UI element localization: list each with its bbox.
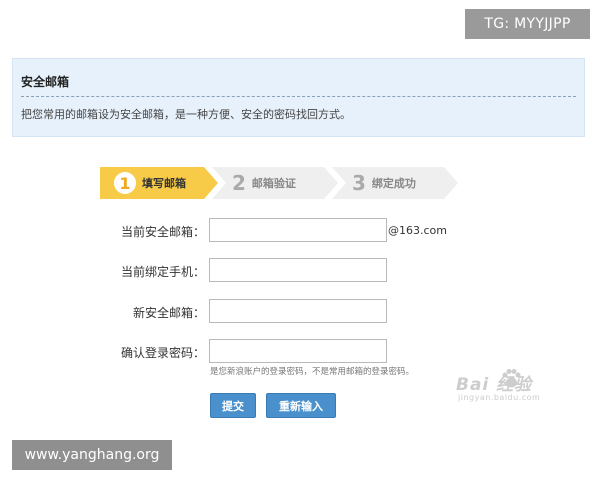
current-email-input[interactable]: [209, 218, 387, 242]
current-phone-label: 当前绑定手机：: [120, 265, 205, 279]
new-email-label: 新安全邮箱：: [132, 306, 205, 320]
email-domain-suffix: @163.com: [388, 224, 447, 237]
paw-icon: [502, 369, 521, 388]
baidu-jingyan-watermark: Bai 经验 jingyan.baidu.com: [456, 366, 586, 410]
step-label: 绑定成功: [371, 177, 416, 190]
current-email-label: 当前安全邮箱：: [120, 225, 205, 239]
reset-button[interactable]: 重新输入: [266, 393, 336, 418]
step-verify-email: 2 邮箱验证: [212, 167, 338, 199]
current-phone-row: 当前绑定手机：: [0, 258, 600, 284]
panel-description: 把您常用的邮箱设为安全邮箱，是一种方便、安全的密码找回方式。: [21, 108, 351, 121]
new-email-input[interactable]: [209, 299, 387, 323]
step-label: 填写邮箱: [142, 177, 186, 190]
step-number: 3: [352, 171, 366, 195]
panel-title: 安全邮箱: [21, 75, 70, 89]
progress-steps: 1 填写邮箱 2 邮箱验证 3 绑定成功: [100, 167, 460, 199]
step-bind-success: 3 绑定成功: [332, 167, 458, 199]
watermark-url: jingyan.baidu.com: [458, 393, 541, 402]
step-fill-email: 1 填写邮箱: [100, 167, 218, 199]
step-label: 邮箱验证: [251, 177, 296, 190]
step-number: 2: [232, 171, 246, 195]
password-hint: 是您新浪账户的登录密码，不是常用邮箱的登录密码。: [210, 367, 415, 377]
tg-watermark-badge: TG: MYYJJPP: [465, 9, 590, 39]
current-email-row: 当前安全邮箱： @163.com: [0, 218, 600, 244]
new-email-row: 新安全邮箱：: [0, 299, 600, 325]
site-watermark-badge: www.yanghang.org: [12, 440, 172, 470]
current-phone-input[interactable]: [209, 258, 387, 282]
confirm-password-input[interactable]: [209, 339, 387, 363]
submit-button[interactable]: 提交: [210, 393, 256, 418]
panel-divider: [21, 96, 576, 97]
step-number: 1: [114, 172, 136, 194]
confirm-password-label: 确认登录密码：: [120, 346, 205, 360]
security-email-info-panel: 安全邮箱 把您常用的邮箱设为安全邮箱，是一种方便、安全的密码找回方式。: [12, 58, 585, 137]
confirm-password-row: 确认登录密码：: [0, 339, 600, 365]
